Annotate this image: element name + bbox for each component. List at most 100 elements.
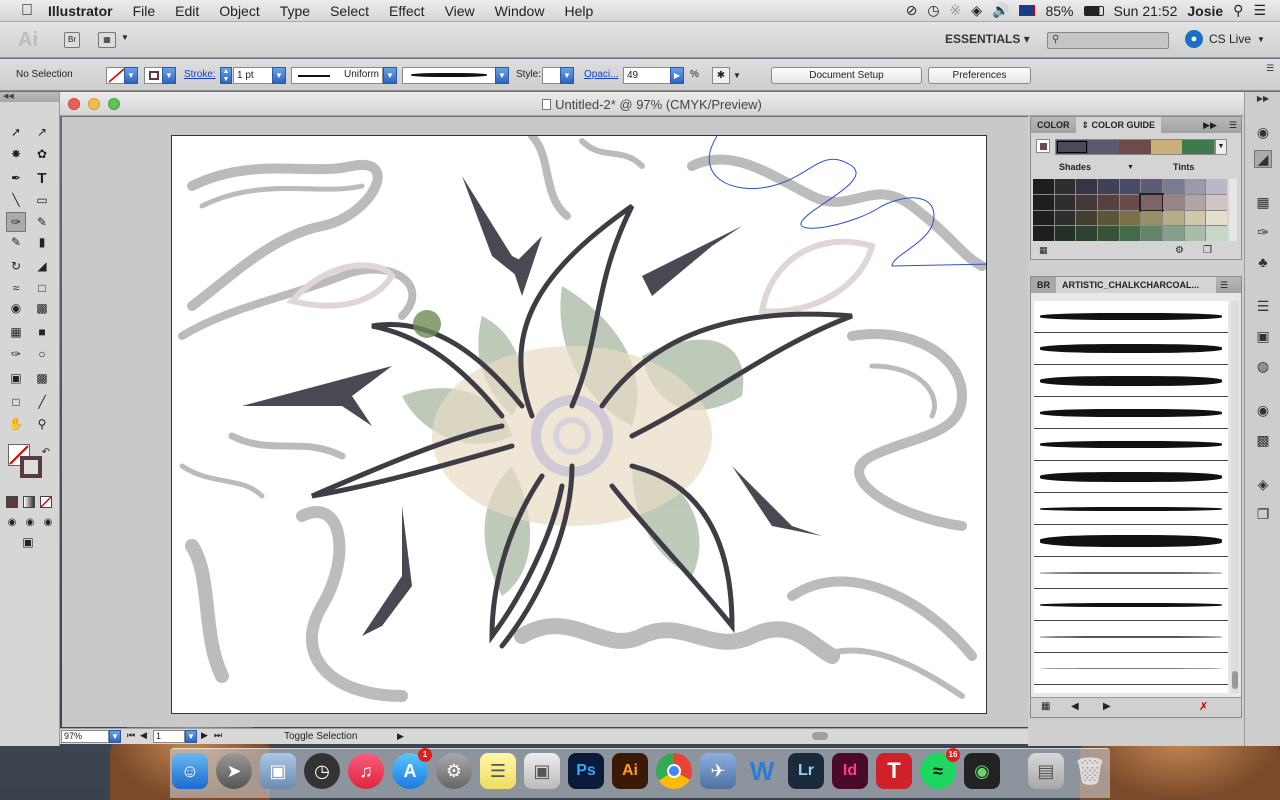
blend-tool-icon[interactable]: ○: [32, 344, 52, 364]
artboards-panel-icon[interactable]: ❐: [1254, 506, 1272, 524]
free-transform-icon[interactable]: □: [32, 278, 52, 298]
last-artboard-icon[interactable]: ⏭: [214, 730, 222, 741]
stroke-swatch[interactable]: [144, 67, 164, 84]
magic-wand-icon[interactable]: ✸: [6, 144, 26, 164]
first-artboard-icon[interactable]: ⏮: [127, 730, 135, 741]
sync-icon[interactable]: ⊘: [906, 2, 918, 19]
workspace-switcher[interactable]: ESSENTIALS ▾: [945, 32, 1030, 46]
slice-tool-icon[interactable]: ╱: [32, 392, 52, 412]
harmony-swatch[interactable]: [1056, 140, 1088, 154]
activity-monitor-icon[interactable]: ◉: [964, 753, 1000, 789]
color-variation-swatch[interactable]: [1206, 179, 1227, 194]
color-variation-swatch[interactable]: [1033, 179, 1054, 194]
opacity-input[interactable]: 49: [623, 67, 671, 84]
itunes-icon[interactable]: ♫: [348, 753, 384, 789]
photoshop-icon[interactable]: Ps: [568, 753, 604, 789]
cs-live-button[interactable]: ● CS Live ▼: [1185, 30, 1265, 48]
harmony-rules-strip[interactable]: [1055, 139, 1215, 155]
brush-item[interactable]: [1034, 653, 1228, 685]
draw-normal-icon[interactable]: ◉: [2, 512, 22, 532]
status-menu-arrow-icon[interactable]: ▶: [397, 731, 404, 742]
brush-item[interactable]: [1034, 301, 1228, 333]
transparency-panel-icon[interactable]: ◍: [1254, 358, 1272, 376]
artwork[interactable]: [172, 136, 987, 714]
graphic-style-swatch[interactable]: [542, 67, 562, 84]
graphic-styles-panel-icon[interactable]: ▩: [1254, 432, 1272, 450]
recolor-artwork-icon[interactable]: ✱: [712, 67, 730, 84]
chevron-down-icon[interactable]: ▼: [121, 33, 129, 42]
hand-tool-icon[interactable]: ✋: [6, 414, 26, 434]
previous-library-icon[interactable]: ◀: [1071, 701, 1079, 712]
harmony-swatch[interactable]: [1182, 140, 1214, 154]
blob-brush-icon[interactable]: ✎: [6, 232, 26, 252]
spotify-icon[interactable]: ≈16: [920, 748, 960, 789]
color-variation-swatch[interactable]: [1162, 210, 1184, 226]
menu-select[interactable]: Select: [320, 0, 379, 22]
brush-item[interactable]: [1034, 365, 1228, 397]
chrome-icon[interactable]: [656, 753, 692, 789]
eyedropper-icon[interactable]: ✑: [6, 344, 26, 364]
color-variation-swatch[interactable]: [1033, 194, 1054, 210]
color-variation-swatch[interactable]: [1076, 194, 1097, 210]
swatch-libraries-icon[interactable]: ▦: [1039, 245, 1048, 256]
brush-libraries-menu-icon[interactable]: ▦: [1041, 701, 1050, 712]
menu-file[interactable]: File: [123, 0, 166, 22]
color-variation-swatch[interactable]: [1184, 210, 1206, 226]
next-artboard-icon[interactable]: ▶: [201, 730, 208, 741]
harmony-dropdown[interactable]: ▼: [1215, 139, 1227, 155]
color-variation-swatch[interactable]: [1141, 210, 1162, 226]
color-variation-swatch[interactable]: [1184, 179, 1206, 194]
menu-help[interactable]: Help: [554, 0, 603, 22]
volume-icon[interactable]: 🔊: [992, 2, 1009, 19]
opacity-slider-toggle[interactable]: ▶: [670, 67, 684, 84]
bluetooth-icon[interactable]: ※: [950, 2, 962, 19]
document-title-bar[interactable]: Untitled-2* @ 97% (CMYK/Preview): [60, 92, 1244, 116]
lightroom-icon[interactable]: Lr: [788, 753, 824, 789]
app-store-icon[interactable]: A1: [392, 748, 432, 789]
color-variation-swatch[interactable]: [1162, 194, 1184, 210]
tab-brush-library[interactable]: ARTISTIC_CHALKCHARCOAL...: [1056, 277, 1216, 293]
battery-icon[interactable]: [1083, 5, 1104, 16]
variable-width-profile[interactable]: Uniform: [291, 67, 383, 84]
menu-object[interactable]: Object: [209, 0, 269, 22]
color-guide-scrollbar[interactable]: [1229, 179, 1237, 241]
color-variation-swatch[interactable]: [1162, 179, 1184, 194]
color-variation-swatch[interactable]: [1206, 226, 1227, 241]
rotate-tool-icon[interactable]: ↻: [6, 256, 26, 276]
color-variation-swatch[interactable]: [1076, 210, 1097, 226]
color-variation-swatch[interactable]: [1119, 210, 1141, 226]
direct-selection-tool-icon[interactable]: ↗: [32, 122, 52, 142]
style-dropdown[interactable]: ▼: [560, 67, 574, 84]
brush-item[interactable]: [1034, 589, 1228, 621]
system-preferences-icon[interactable]: ⚙: [436, 753, 472, 789]
word-icon[interactable]: W: [744, 753, 780, 789]
symbol-sprayer-icon[interactable]: ▣: [6, 368, 26, 388]
brush-dropdown[interactable]: ▼: [495, 67, 509, 84]
panel-menu-icon[interactable]: ☰: [1225, 117, 1241, 133]
color-variation-swatch[interactable]: [1139, 192, 1164, 212]
brush-item[interactable]: [1034, 333, 1228, 365]
width-tool-icon[interactable]: ≈: [6, 278, 26, 298]
downloads-stack-icon[interactable]: ▤: [1028, 753, 1064, 789]
color-variation-swatch[interactable]: [1206, 194, 1227, 210]
layers-panel-icon[interactable]: ◈: [1254, 476, 1272, 494]
color-variation-swatch[interactable]: [1076, 179, 1097, 194]
horizontal-scroll-thumb[interactable]: [812, 732, 828, 740]
color-panel-icon[interactable]: ◉: [1254, 124, 1272, 142]
menu-effect[interactable]: Effect: [379, 0, 435, 22]
indesign-icon[interactable]: Id: [832, 753, 868, 789]
color-variation-swatch[interactable]: [1033, 226, 1054, 241]
appearance-panel-icon[interactable]: ◉: [1254, 402, 1272, 420]
apple-icon[interactable]: : [16, 2, 38, 20]
stroke-weight-dropdown[interactable]: ▼: [272, 67, 286, 84]
swatches-panel-icon[interactable]: ▦: [1254, 194, 1272, 212]
pencil-tool-icon[interactable]: ✎: [32, 212, 52, 232]
color-variation-swatch[interactable]: [1076, 226, 1097, 241]
pen-tool-icon[interactable]: ✒: [6, 168, 26, 188]
photos-icon[interactable]: ▣: [524, 753, 560, 789]
brushes-panel-icon[interactable]: ✑: [1254, 224, 1272, 242]
preview-icon[interactable]: ▣: [260, 753, 296, 789]
brush-item[interactable]: [1034, 429, 1228, 461]
zoom-tool-icon[interactable]: ⚲: [32, 414, 52, 434]
uk-flag-icon[interactable]: [1019, 5, 1036, 16]
